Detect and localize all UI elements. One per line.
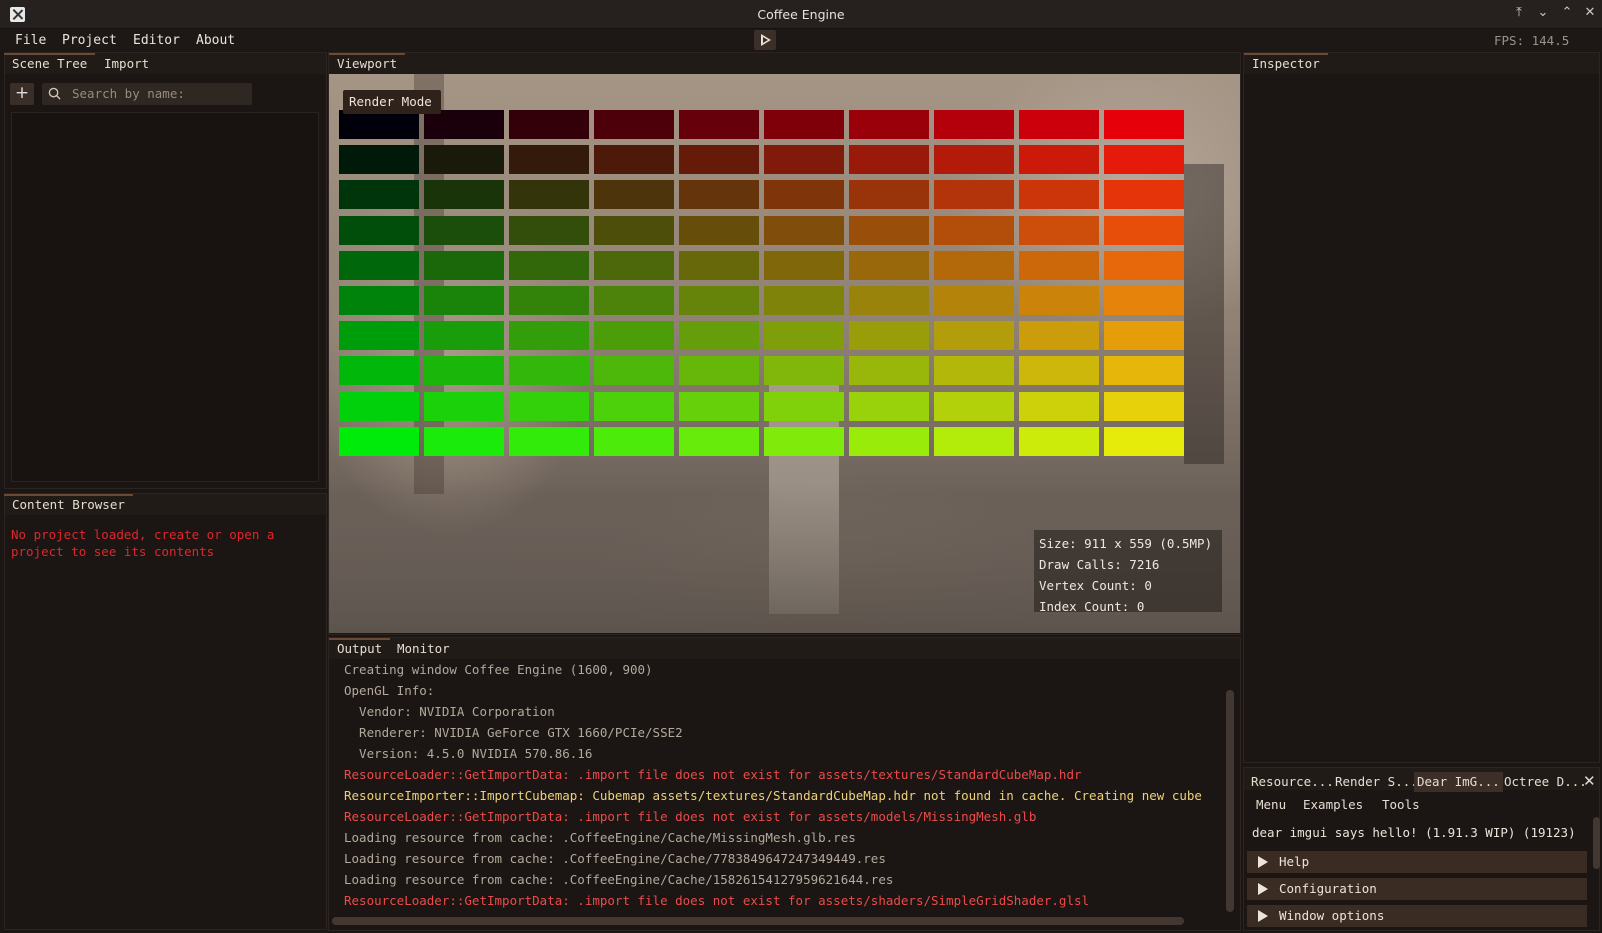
log-line: Creating window Coffee Engine (1600, 900…	[344, 662, 653, 677]
section-configuration[interactable]: Configuration	[1247, 878, 1587, 900]
log-line: ResourceLoader::GetImportData: .import f…	[344, 893, 1090, 908]
tab-inspector[interactable]: Inspector	[1244, 53, 1328, 71]
section-help[interactable]: Help	[1247, 851, 1587, 873]
log-line: Loading resource from cache: .CoffeeEngi…	[344, 830, 856, 845]
section-window-options-label: Window options	[1279, 908, 1385, 923]
keep-above-icon[interactable]: ⤒	[1510, 5, 1528, 20]
log-line: Loading resource from cache: .CoffeeEngi…	[344, 872, 894, 887]
imgui-menu-menu[interactable]: Menu	[1256, 797, 1286, 812]
expand-arrow-icon	[1258, 856, 1268, 868]
log-line: Renderer: NVIDIA GeForce GTX 1660/PCIe/S…	[344, 725, 683, 740]
section-window-options[interactable]: Window options	[1247, 905, 1587, 927]
imgui-hello-text: dear imgui says hello! (1.91.3 WIP) (191…	[1252, 825, 1576, 840]
minimize-icon[interactable]: ⌄	[1534, 5, 1552, 20]
log-line: Loading resource from cache: .CoffeeEngi…	[344, 851, 886, 866]
debug-tools-scrollbar[interactable]	[1593, 817, 1600, 869]
log-line: ResourceImporter::ImportCubemap: Cubemap…	[344, 788, 1202, 803]
log-line: Vendor: NVIDIA Corporation	[344, 704, 555, 719]
log-line: ResourceLoader::GetImportData: .import f…	[344, 767, 1082, 782]
close-panel-icon[interactable]: ✕	[1583, 772, 1596, 790]
expand-arrow-icon	[1258, 910, 1268, 922]
tab-resources[interactable]: Resource...	[1251, 774, 1334, 789]
output-vertical-scrollbar[interactable]	[1226, 690, 1234, 912]
section-help-label: Help	[1279, 854, 1310, 869]
maximize-icon[interactable]: ⌃	[1558, 5, 1576, 20]
output-horizontal-scrollbar[interactable]	[332, 917, 1184, 925]
inspector-tabbar: Inspector	[1244, 53, 1599, 74]
section-configuration-label: Configuration	[1279, 881, 1377, 896]
output-log: Creating window Coffee Engine (1600, 900…	[0, 0, 1226, 933]
log-line: OpenGL Info:	[344, 683, 435, 698]
log-line: Version: 4.5.0 NVIDIA 570.86.16	[344, 746, 593, 761]
tab-octree-debug[interactable]: Octree D...	[1504, 774, 1587, 789]
close-icon[interactable]: ✕	[1581, 5, 1599, 20]
expand-arrow-icon	[1258, 883, 1268, 895]
inspector-panel: Inspector	[1243, 52, 1600, 763]
imgui-menu-examples[interactable]: Examples	[1303, 797, 1363, 812]
tab-render-settings[interactable]: Render S...	[1335, 774, 1418, 789]
fps-counter: FPS: 144.5	[1494, 33, 1570, 48]
log-line: ResourceLoader::GetImportData: .import f…	[344, 809, 1037, 824]
tab-dear-imgui[interactable]: Dear ImG...	[1414, 772, 1503, 792]
imgui-menu-tools[interactable]: Tools	[1382, 797, 1420, 812]
